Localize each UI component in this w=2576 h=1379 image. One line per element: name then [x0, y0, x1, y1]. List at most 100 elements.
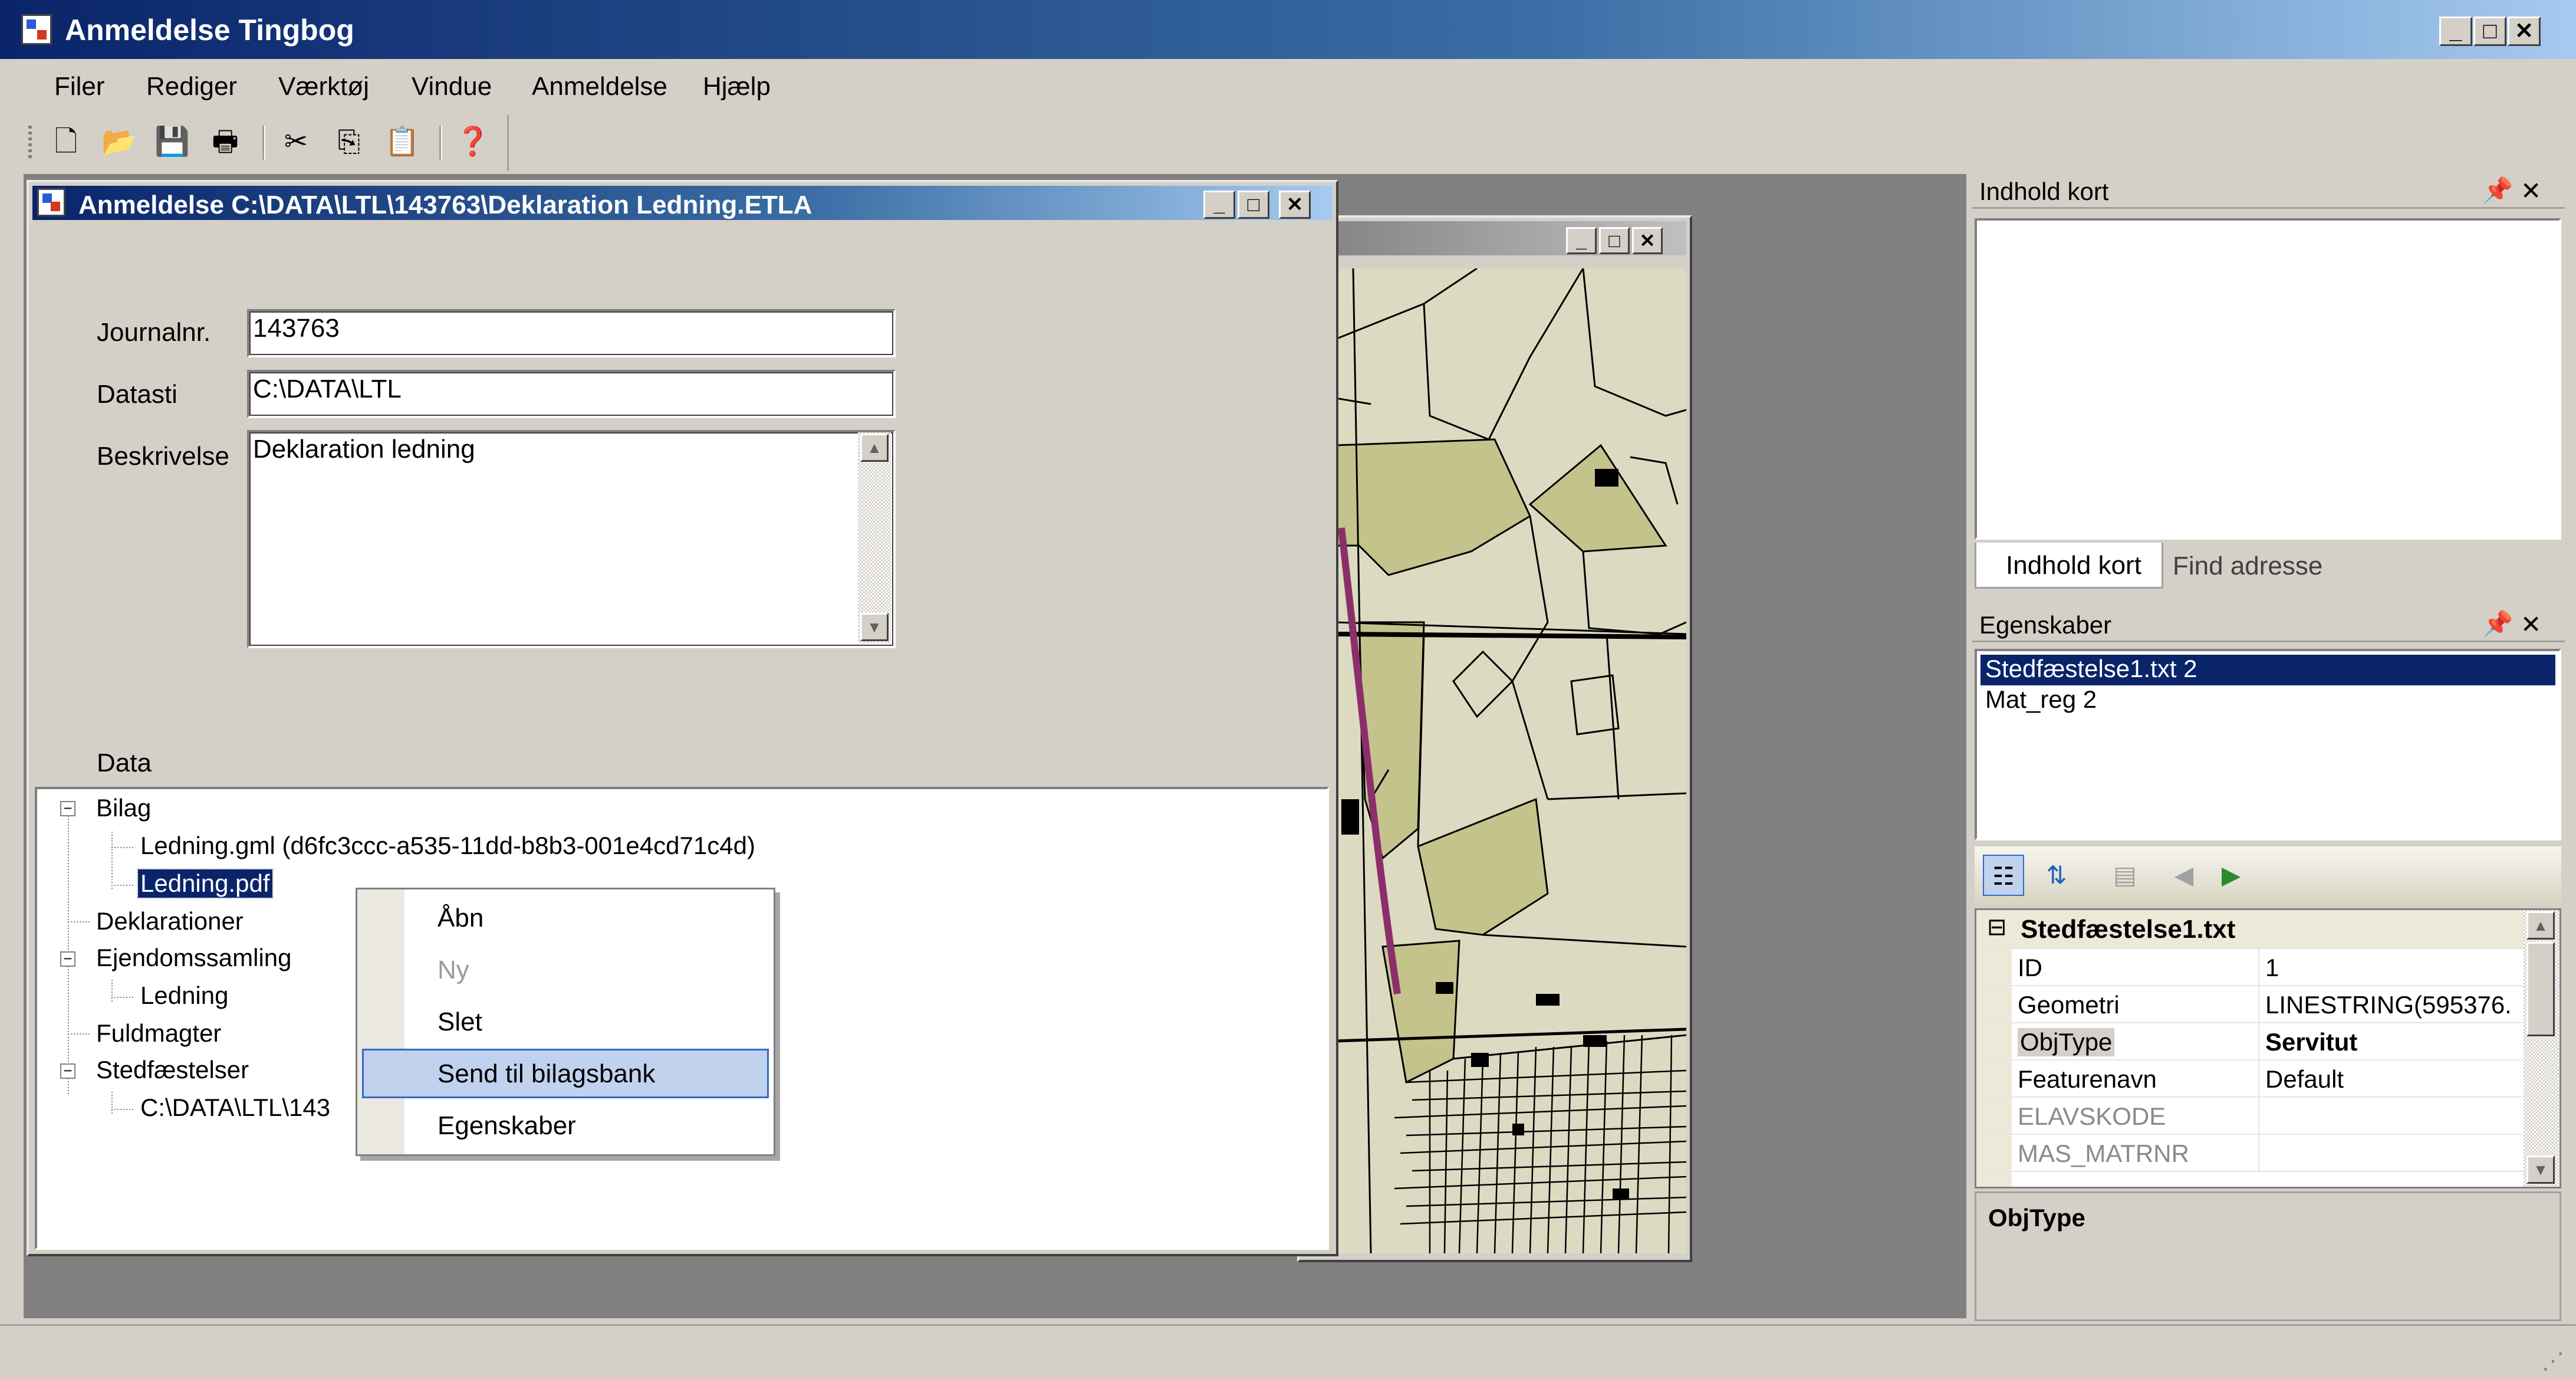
menu-hjaelp[interactable]: Hjælp [703, 72, 771, 101]
menu-vaerktoej[interactable]: Værktøj [278, 72, 369, 101]
scroll-down-icon[interactable]: ▼ [2526, 1155, 2555, 1184]
new-icon[interactable]: 🗋 [48, 124, 84, 160]
properties-header: Egenskaber 📌 ✕ [1972, 608, 2565, 642]
status-bar: ⋰ [0, 1324, 2576, 1379]
toolbar: 🗋 📂 💾 🖶 ✂ ⎘ 📋 ❓ [24, 115, 509, 171]
save-icon[interactable]: 💾 [154, 124, 190, 160]
tree-line [111, 847, 135, 848]
forward-icon[interactable]: ▶ [2210, 855, 2252, 896]
property-row[interactable]: MAS_MATRNR [1976, 1135, 2559, 1172]
ctx-item-egenskaber[interactable]: Egenskaber [362, 1101, 769, 1150]
map-content-area[interactable] [1975, 218, 2561, 540]
close-icon[interactable]: ✕ [2508, 17, 2541, 46]
expand-stedfaestelser-icon[interactable]: − [60, 1063, 75, 1079]
panel-close-icon[interactable]: ✕ [2521, 176, 2541, 205]
property-key: ELAVSKODE [2018, 1102, 2166, 1130]
back-icon[interactable]: ◀ [2163, 855, 2205, 896]
tree-node-fuldmagter[interactable]: Fuldmagter [96, 1019, 221, 1048]
menu-rediger[interactable]: Rediger [146, 72, 237, 101]
tree-line [111, 1109, 135, 1110]
property-row[interactable]: Featurenavn Default [1976, 1060, 2559, 1098]
property-row[interactable]: ELAVSKODE [1976, 1098, 2559, 1135]
object-list-item[interactable]: Stedfæstelse1.txt 2 [1980, 655, 2555, 685]
object-list[interactable]: Stedfæstelse1.txt 2 Mat_reg 2 [1975, 649, 2561, 840]
map-maximize-icon[interactable]: □ [1599, 227, 1630, 254]
categorized-icon[interactable]: ☷ [1983, 855, 2024, 896]
minimize-icon[interactable]: _ [2439, 17, 2472, 46]
pin-icon[interactable]: 📌 [2482, 610, 2513, 639]
row-split [2258, 1060, 2259, 1096]
beskrivelse-scrollbar[interactable]: ▲ ▼ [858, 432, 891, 643]
property-pages-icon[interactable]: ▤ [2104, 855, 2146, 896]
property-row[interactable]: ObjType Servitut [1976, 1023, 2559, 1060]
properties-title: Egenskaber [1979, 611, 2112, 639]
menu-bar: Filer Rediger Værktøj Vindue Anmeldelse … [0, 59, 2576, 112]
property-category[interactable]: ⊟ Stedfæstelse1.txt [1976, 910, 2559, 949]
scroll-up-icon[interactable]: ▲ [860, 434, 889, 462]
doc-minimize-icon[interactable]: _ [1203, 191, 1235, 219]
tree-node-stedfaestelser[interactable]: Stedfæstelser [96, 1056, 249, 1084]
paste-icon[interactable]: 📋 [384, 124, 420, 160]
ctx-item-slet[interactable]: Slet [362, 997, 769, 1046]
map-close-icon[interactable]: ✕ [1632, 227, 1663, 254]
scroll-down-icon[interactable]: ▼ [860, 613, 889, 641]
journal-field[interactable]: 143763 [247, 309, 896, 357]
menu-filer[interactable]: Filer [54, 72, 105, 101]
tree-line [111, 885, 135, 886]
scroll-thumb[interactable] [2526, 942, 2555, 1036]
row-split [2258, 949, 2259, 985]
cut-icon[interactable]: ✂ [278, 124, 314, 160]
expand-ejendomssamling-icon[interactable]: − [60, 951, 75, 967]
object-list-item[interactable]: Mat_reg 2 [1980, 685, 2555, 716]
print-icon[interactable]: 🖶 [208, 124, 243, 160]
row-split [2258, 1135, 2259, 1171]
tree-node-bilag[interactable]: Bilag [96, 794, 151, 822]
map-content-title: Indhold kort [1979, 178, 2109, 205]
ctx-item-send-til-bilagsbank[interactable]: Send til bilagsbank [362, 1049, 769, 1098]
ctx-item-aabn[interactable]: Åbn [362, 893, 769, 943]
alphabetical-icon[interactable]: ⇅ [2036, 855, 2077, 896]
map-minimize-icon[interactable]: _ [1566, 227, 1597, 254]
scroll-up-icon[interactable]: ▲ [2526, 911, 2555, 940]
map-view[interactable] [1335, 268, 1686, 1253]
tree-line [111, 997, 135, 998]
property-grid-scrollbar[interactable]: ▲ ▼ [2524, 910, 2559, 1187]
property-grid[interactable]: ⊟ Stedfæstelse1.txt ID 1 Geometri LINEST… [1975, 908, 2561, 1188]
property-grid-toolbar: ☷ ⇅ ▤ ◀ ▶ [1975, 846, 2561, 905]
collapse-category-icon[interactable]: ⊟ [1987, 914, 2007, 941]
tree-line [111, 832, 113, 891]
tree-node-ledning[interactable]: Ledning [140, 981, 228, 1010]
menu-anmeldelse[interactable]: Anmeldelse [532, 72, 667, 101]
panel-close-icon[interactable]: ✕ [2521, 610, 2541, 639]
help-icon[interactable]: ❓ [455, 124, 491, 160]
copy-icon[interactable]: ⎘ [331, 124, 367, 160]
doc-maximize-icon[interactable]: □ [1238, 191, 1269, 219]
pin-icon[interactable]: 📌 [2482, 176, 2513, 205]
tree-node-ejendomssamling[interactable]: Ejendomssamling [96, 944, 292, 972]
property-row[interactable]: Geometri LINESTRING(595376. [1976, 986, 2559, 1023]
doc-close-icon[interactable]: ✕ [1279, 191, 1311, 219]
tree-node-stedfaestelse-path[interactable]: C:\DATA\LTL\143 [140, 1094, 330, 1122]
datasti-field[interactable]: C:\DATA\LTL [247, 370, 896, 418]
property-key: Geometri [2018, 991, 2120, 1019]
properties-panel: Egenskaber 📌 ✕ Stedfæstelse1.txt 2 Mat_r… [1972, 608, 2565, 1324]
property-key: ID [2018, 954, 2042, 981]
beskrivelse-textarea[interactable]: Deklaration ledning ▲ ▼ [247, 430, 896, 648]
app-icon [21, 14, 52, 45]
property-row[interactable]: ID 1 [1976, 949, 2559, 986]
tab-indhold-kort[interactable]: Indhold kort [1975, 543, 2163, 589]
tree-node-deklarationer[interactable]: Deklarationer [96, 907, 244, 935]
tree-node-ledning-gml[interactable]: Ledning.gml (d6fc3ccc-a535-11dd-b8b3-001… [140, 832, 755, 860]
open-icon[interactable]: 📂 [101, 124, 137, 160]
resize-grip-icon[interactable]: ⋰ [2542, 1348, 2564, 1374]
toolbar-grip[interactable] [28, 126, 32, 161]
property-category-label: Stedfæstelse1.txt [2021, 915, 2236, 944]
tree-line [68, 921, 91, 922]
menu-vindue[interactable]: Vindue [412, 72, 492, 101]
ctx-item-send-label: Send til bilagsbank [437, 1059, 656, 1088]
property-key: ObjType [2018, 1028, 2115, 1056]
expand-bilag-icon[interactable]: − [60, 800, 75, 816]
maximize-icon[interactable]: □ [2473, 17, 2506, 46]
tab-find-adresse[interactable]: Find adresse [2173, 551, 2322, 581]
tree-node-ledning-pdf[interactable]: Ledning.pdf [137, 868, 274, 899]
